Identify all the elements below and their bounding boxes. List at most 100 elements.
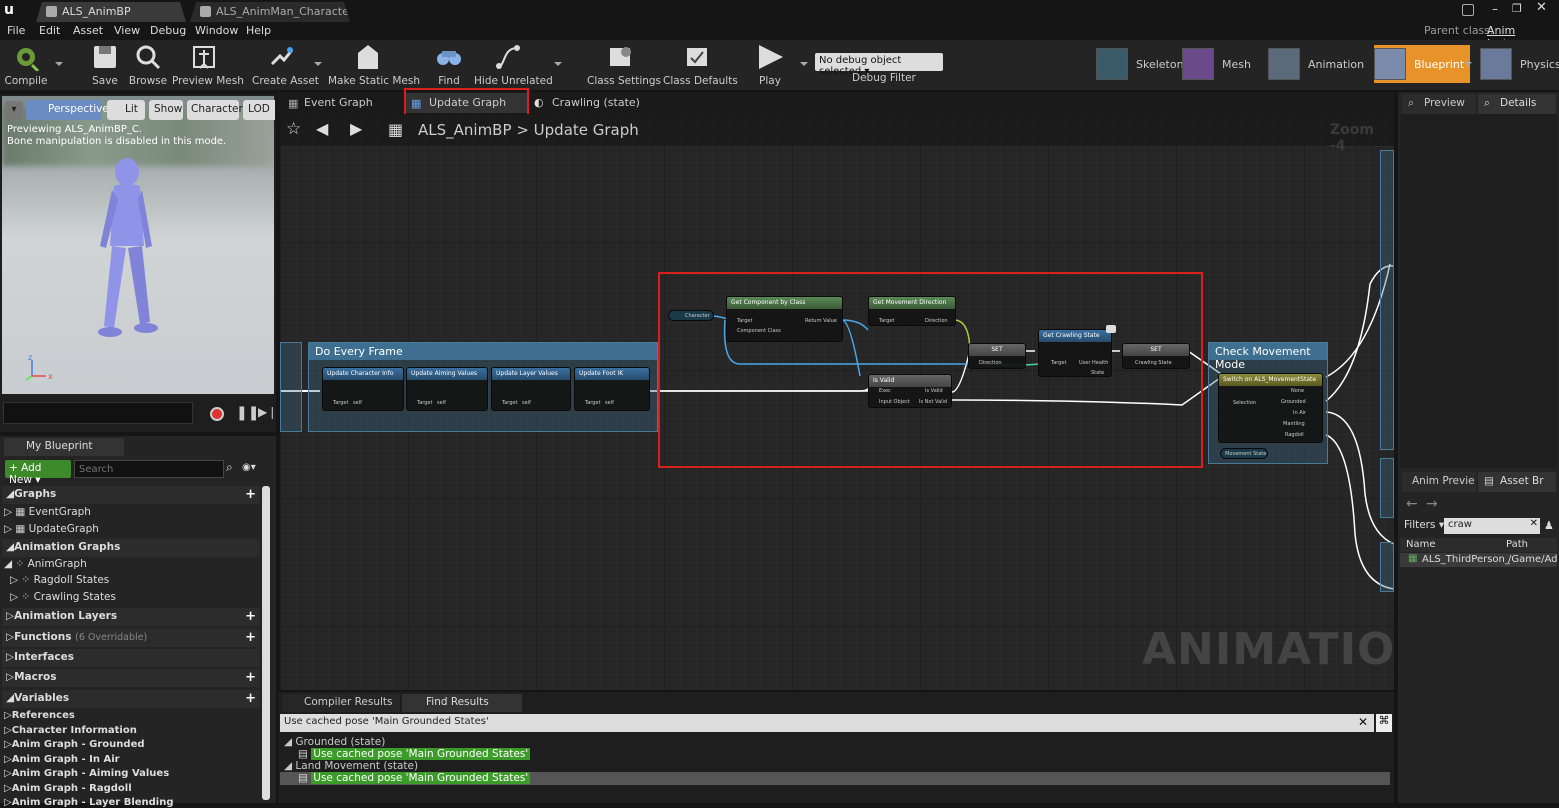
details-tab[interactable]: ⌕ Details: [1478, 94, 1556, 114]
preview-tab[interactable]: ⌕ Preview: [1402, 94, 1476, 114]
save-button[interactable]: Save: [88, 42, 122, 87]
add-layer-icon[interactable]: +: [245, 609, 256, 624]
find-button[interactable]: Find: [432, 42, 466, 87]
asset-settings-icon[interactable]: ♟: [1544, 519, 1554, 532]
record-button[interactable]: [210, 407, 224, 421]
maximize-button[interactable]: ❐: [1512, 2, 1526, 16]
viewport-options-button[interactable]: ▾: [5, 101, 23, 119]
hide-unrelated-dropdown[interactable]: [554, 62, 562, 66]
graphs-section[interactable]: ◢Graphs +: [2, 486, 260, 504]
debug-object-select[interactable]: No debug object selected ▾: [815, 53, 943, 77]
mode-animation[interactable]: Animation: [1268, 45, 1364, 83]
add-function-icon[interactable]: +: [245, 630, 256, 645]
tree-event-graph[interactable]: ▷ ▦ EventGraph: [4, 506, 91, 518]
menu-asset[interactable]: Asset: [73, 24, 103, 37]
unreal-logo-icon[interactable]: u: [4, 2, 20, 18]
menu-debug[interactable]: Debug: [150, 24, 186, 37]
result-group-land-movement[interactable]: ◢ Land Movement (state): [284, 760, 418, 772]
var-anim-graph-in-air[interactable]: ▷Anim Graph - In Air: [4, 754, 120, 765]
filters-dropdown[interactable]: Filters ▾: [1404, 519, 1444, 531]
class-defaults-button[interactable]: Class Defaults: [663, 42, 738, 87]
window-tab-character[interactable]: ALS_AnimMan_Character: [190, 2, 350, 22]
interfaces-section[interactable]: ▷Interfaces: [2, 649, 260, 667]
tree-anim-graph[interactable]: ◢ ⁘ AnimGraph: [4, 558, 87, 570]
var-anim-graph-ragdoll[interactable]: ▷Anim Graph - Ragdoll: [4, 783, 132, 794]
mode-skeleton[interactable]: Skeleton: [1096, 45, 1184, 83]
find-results-tab[interactable]: Find Results: [402, 694, 522, 712]
asset-forward-arrow-icon[interactable]: →: [1426, 496, 1438, 512]
play-button[interactable]: Play: [752, 42, 788, 87]
menu-help[interactable]: Help: [246, 24, 271, 37]
my-blueprint-tab[interactable]: My Blueprint: [4, 438, 124, 456]
col-name[interactable]: Name: [1406, 539, 1436, 550]
result-group-grounded[interactable]: ◢ Grounded (state): [284, 736, 385, 748]
node-movement-state-variable[interactable]: Movement State: [1220, 448, 1268, 459]
search-icon[interactable]: ⌕: [226, 460, 233, 475]
play-dropdown[interactable]: [800, 62, 808, 66]
node-switch-movement-state[interactable]: Switch on ALS_MovementState Selection None…: [1218, 373, 1323, 443]
macros-section[interactable]: ▷Macros +: [2, 669, 260, 687]
blueprint-scrollbar[interactable]: [262, 486, 270, 800]
breadcrumb-root[interactable]: ALS_AnimBP: [418, 121, 512, 139]
add-graph-icon[interactable]: +: [245, 487, 256, 502]
tree-crawling-states[interactable]: ▷ ⁘ Crawling States: [10, 591, 116, 603]
tree-update-graph[interactable]: ▷ ▦ UpdateGraph: [4, 523, 99, 535]
notification-icon[interactable]: [1462, 4, 1474, 16]
animation-layers-section[interactable]: ▷Animation Layers +: [2, 608, 260, 626]
class-settings-button[interactable]: Class Settings: [587, 42, 661, 87]
tab-crawling-state[interactable]: ◐ Crawling (state): [528, 93, 648, 113]
blueprint-search-input[interactable]: [74, 460, 224, 478]
make-static-mesh-button[interactable]: Make Static Mesh: [328, 42, 420, 87]
asset-search-input[interactable]: craw ✕: [1444, 518, 1540, 534]
find-results-search[interactable]: Use cached pose 'Main Grounded States': [280, 714, 1374, 732]
result-item-grounded[interactable]: ▤ Use cached pose 'Main Grounded States': [298, 748, 531, 760]
compile-button[interactable]: Compile: [4, 42, 48, 87]
asset-back-arrow-icon[interactable]: ←: [1406, 496, 1418, 512]
menu-window[interactable]: Window: [195, 24, 238, 37]
animation-graphs-section[interactable]: ◢Animation Graphs: [2, 539, 260, 557]
result-item-land-movement[interactable]: ▤ Use cached pose 'Main Grounded States': [298, 772, 531, 784]
menu-file[interactable]: File: [7, 24, 25, 37]
window-tab-animbp[interactable]: ALS_AnimBP: [36, 2, 186, 22]
var-anim-graph-aiming[interactable]: ▷Anim Graph - Aiming Values: [4, 768, 169, 779]
step-forward-button[interactable]: ▶❘: [258, 405, 277, 419]
node-update-layer-values[interactable]: Update Layer Values Target self: [491, 367, 571, 411]
node-update-character-info[interactable]: Update Character Info Target self: [322, 367, 404, 411]
perspective-button[interactable]: Perspective: [26, 100, 109, 120]
back-arrow-icon[interactable]: ◀: [316, 119, 328, 138]
forward-arrow-icon[interactable]: ▶: [350, 119, 362, 138]
mode-mesh[interactable]: Mesh: [1182, 45, 1251, 83]
minimize-button[interactable]: –: [1492, 2, 1506, 16]
find-binoculars-icon[interactable]: ⌘: [1376, 714, 1392, 732]
clear-search-icon[interactable]: ✕: [1358, 715, 1368, 729]
hide-unrelated-button[interactable]: Hide Unrelated: [474, 42, 553, 87]
character-button[interactable]: Character: [187, 100, 243, 120]
clear-filter-icon[interactable]: ✕: [1530, 518, 1538, 529]
timeline-bar[interactable]: [3, 402, 193, 424]
visibility-icon[interactable]: ◉▾: [242, 462, 256, 473]
favorite-star-icon[interactable]: ☆: [286, 119, 301, 139]
add-macro-icon[interactable]: +: [245, 670, 256, 685]
functions-section[interactable]: ▷Functions (6 Overridable) +: [2, 629, 260, 647]
compiler-results-tab[interactable]: Compiler Results: [282, 694, 400, 712]
mode-blueprint[interactable]: Blueprint: [1374, 45, 1471, 83]
add-new-button[interactable]: + Add New ▾: [5, 460, 71, 486]
col-path[interactable]: Path: [1506, 539, 1528, 550]
blueprint-mode-dropdown[interactable]: [1464, 62, 1472, 66]
show-button[interactable]: Show: [149, 100, 183, 120]
anim-preview-tab[interactable]: Anim Previe: [1402, 472, 1476, 492]
pause-button[interactable]: ❚❚: [236, 405, 259, 421]
node-update-aiming-values[interactable]: Update Aiming Values Target self: [406, 367, 488, 411]
mode-physics[interactable]: Physics: [1480, 45, 1559, 83]
var-anim-graph-grounded[interactable]: ▷Anim Graph - Grounded: [4, 739, 145, 750]
browse-button[interactable]: Browse: [128, 42, 168, 87]
menu-view[interactable]: View: [114, 24, 140, 37]
variables-section[interactable]: ◢Variables +: [2, 690, 260, 708]
menu-edit[interactable]: Edit: [39, 24, 60, 37]
tree-ragdoll-states[interactable]: ▷ ⁘ Ragdoll States: [10, 574, 109, 586]
lod-button[interactable]: LOD: [243, 100, 275, 120]
create-asset-button[interactable]: Create Asset: [252, 42, 319, 87]
create-asset-dropdown[interactable]: [314, 62, 322, 66]
lit-button[interactable]: Lit: [107, 100, 145, 120]
compile-dropdown[interactable]: [55, 62, 63, 66]
